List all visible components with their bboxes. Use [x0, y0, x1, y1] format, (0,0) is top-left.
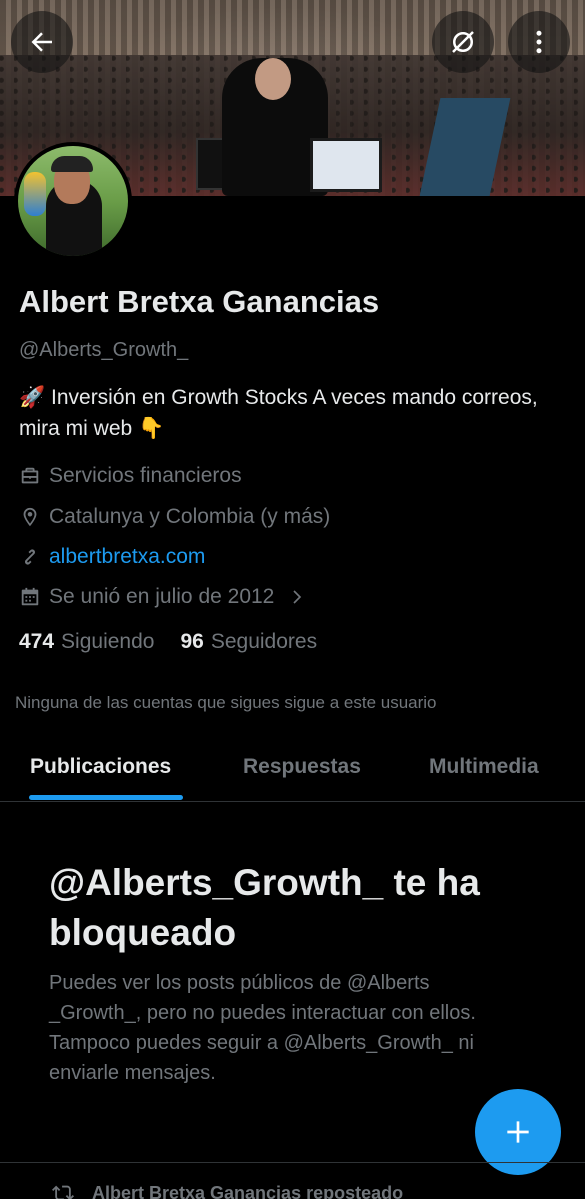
website-link[interactable]: albertbretxa.com — [49, 545, 205, 569]
grok-button[interactable] — [432, 11, 494, 73]
tab-respuestas[interactable]: Respuestas — [243, 755, 361, 779]
calendar-icon — [21, 587, 39, 606]
profile-category: Servicios financieros — [19, 461, 242, 491]
bio-text: Inversión en Growth Stocks A veces mando… — [19, 386, 538, 440]
location-pin-icon — [23, 507, 37, 527]
following-count: 474 — [19, 630, 55, 653]
divider — [0, 1162, 585, 1163]
mutual-followers-text: Ninguna de las cuentas que sigues sigue … — [15, 693, 437, 712]
category-text: Servicios financieros — [49, 464, 242, 487]
pointing-down-icon: 👇 — [138, 417, 165, 440]
profile-bio: 🚀 Inversión en Growth Stocks A veces man… — [19, 382, 559, 444]
profile-joined[interactable]: Se unió en julio de 2012 — [19, 582, 314, 612]
back-button[interactable] — [11, 11, 73, 73]
avatar-parrot — [24, 172, 46, 216]
more-button[interactable] — [508, 11, 570, 73]
more-vertical-icon — [536, 30, 542, 54]
profile-tabs: Publicaciones Respuestas Multimedia — [0, 745, 585, 802]
followers-count: 96 — [180, 630, 204, 653]
link-icon — [24, 549, 36, 565]
avatar-image — [18, 146, 128, 256]
briefcase-icon — [21, 467, 39, 484]
tab-publicaciones[interactable]: Publicaciones — [30, 755, 171, 779]
joined-text: Se unió en julio de 2012 — [49, 585, 275, 608]
tab-multimedia[interactable]: Multimedia — [429, 755, 539, 779]
following-label: Siguiendo — [61, 630, 155, 653]
plus-icon — [507, 1121, 529, 1143]
rocket-icon: 🚀 — [19, 386, 46, 409]
repost-text: Albert Bretxa Ganancias reposteado — [92, 1182, 404, 1199]
profile-name: Albert Bretxa Ganancias — [19, 284, 380, 319]
active-tab-indicator — [29, 795, 183, 800]
banner-laptop — [310, 138, 382, 192]
followers-label: Seguidores — [210, 630, 318, 653]
profile-location: Catalunya y Colombia (y más) — [19, 502, 330, 532]
repost-header: Albert Bretxa Ganancias reposteado — [52, 1182, 403, 1199]
profile-website[interactable]: albertbretxa.com — [19, 542, 205, 572]
profile-handle: @Alberts_Growth_ — [19, 339, 189, 361]
location-text: Catalunya y Colombia (y más) — [49, 505, 331, 528]
grok-icon — [452, 31, 474, 53]
repost-icon — [52, 1185, 74, 1199]
blocked-text: Puedes ver los posts públicos de @Albert… — [49, 972, 476, 1084]
avatar[interactable] — [14, 142, 132, 260]
followers-stat[interactable]: 96 Seguidores — [180, 630, 317, 654]
avatar-cap — [51, 156, 93, 172]
banner-speaker-head — [255, 58, 291, 100]
back-arrow-icon — [31, 32, 52, 52]
follow-stats: 474 Siguiendo 96 Seguidores — [19, 630, 343, 654]
following-stat[interactable]: 474 Siguiendo — [19, 630, 154, 654]
chevron-right-icon — [293, 590, 302, 604]
blocked-title: @Alberts_Growth_ te ha bloqueado — [49, 862, 480, 953]
